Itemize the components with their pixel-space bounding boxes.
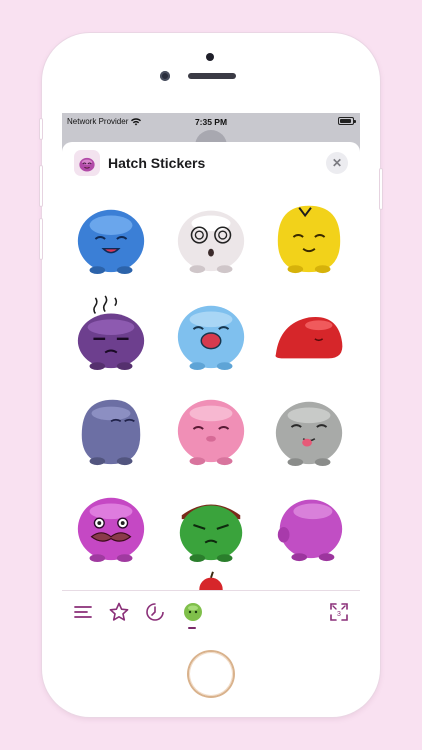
- status-bar: Network Provider 7:35 PM: [62, 113, 360, 131]
- status-time: 7:35 PM: [194, 117, 228, 127]
- favorites-button[interactable]: [108, 601, 130, 623]
- side-button-volume-up: [39, 165, 43, 207]
- sticker-grey-tongue-blob[interactable]: [270, 390, 348, 468]
- sticker-partial-blue-blob[interactable]: [72, 582, 150, 590]
- battery-icon: [338, 117, 356, 125]
- menu-icon: [74, 606, 92, 618]
- selected-pack-indicator: [188, 627, 196, 629]
- sticker-sheet: Hatch Stickers ✕ 3: [62, 142, 360, 637]
- sticker-magenta-back-blob[interactable]: [270, 486, 348, 564]
- proximity-sensor: [206, 53, 214, 61]
- side-button-silent: [39, 118, 43, 140]
- sticker-green-angry-blob[interactable]: [172, 486, 250, 564]
- sheet-title: Hatch Stickers: [108, 155, 206, 171]
- expand-button[interactable]: 3: [328, 601, 350, 623]
- sticker-pack-button[interactable]: [182, 601, 204, 623]
- expand-icon: 3: [330, 603, 348, 621]
- screen: Network Provider 7:35 PM Hatch Stickers …: [62, 113, 360, 637]
- close-button[interactable]: ✕: [326, 152, 348, 174]
- menu-button[interactable]: [72, 601, 94, 623]
- sheet-header: Hatch Stickers ✕: [62, 142, 360, 184]
- sticker-partial-white-blob[interactable]: [270, 582, 348, 590]
- sticker-yellow-blob[interactable]: [270, 198, 348, 276]
- sticker-purple-grumpy-blob[interactable]: [72, 294, 150, 372]
- close-icon: ✕: [331, 156, 343, 170]
- home-button[interactable]: [189, 652, 233, 696]
- earpiece-speaker: [188, 73, 236, 79]
- svg-text:3: 3: [337, 611, 341, 618]
- sticker-pink-blob[interactable]: [172, 390, 250, 468]
- recent-button[interactable]: [144, 601, 166, 623]
- sticker-toolbar: 3: [62, 590, 360, 637]
- sticker-partial-apple-blob[interactable]: [172, 564, 250, 590]
- sticker-lightblue-yawning-blob[interactable]: [172, 294, 250, 372]
- sticker-magenta-mustache-blob[interactable]: [72, 486, 150, 564]
- side-button-volume-down: [39, 218, 43, 260]
- sticker-pack-icon: [184, 603, 202, 621]
- sticker-slate-blob[interactable]: [72, 390, 150, 468]
- recent-icon: [146, 603, 164, 621]
- app-icon: [74, 150, 100, 176]
- sticker-red-melting-blob[interactable]: [270, 294, 348, 372]
- sticker-blue-blob[interactable]: [72, 198, 150, 276]
- star-icon: [109, 602, 129, 621]
- front-camera: [160, 71, 170, 81]
- side-button-power: [379, 168, 383, 210]
- sticker-dizzy-white-blob[interactable]: [172, 198, 250, 276]
- sticker-grid: [62, 188, 360, 590]
